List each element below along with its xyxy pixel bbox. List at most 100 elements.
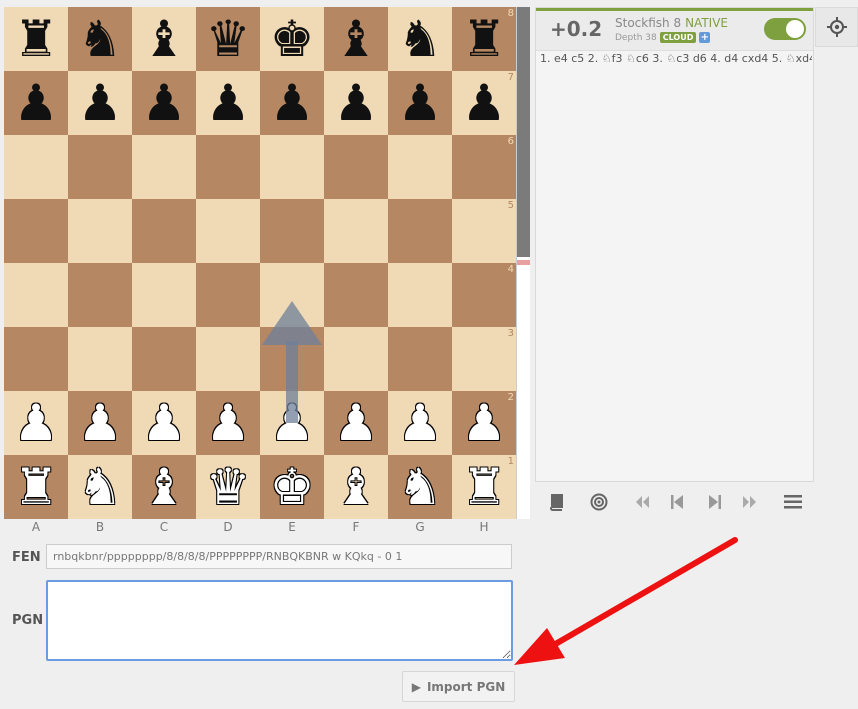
square-h7[interactable]: ♟ 7 [452,71,516,135]
principal-variation[interactable]: 1. e4 c5 2. ♘f3 ♘c6 3. ♘c3 d6 4. d4 cxd4… [540,52,812,65]
square-f3[interactable] [324,327,388,391]
square-b5[interactable] [68,199,132,263]
square-c2[interactable]: ♟ [132,391,196,455]
black-knight-piece[interactable]: ♞ [68,7,132,71]
white-knight-piece[interactable]: ♞ [388,455,452,519]
square-h5[interactable]: 5 [452,199,516,263]
square-g8[interactable]: ♞ [388,7,452,71]
white-knight-piece[interactable]: ♞ [68,455,132,519]
square-g4[interactable] [388,263,452,327]
book-icon[interactable] [543,491,569,513]
fen-input[interactable] [46,544,512,569]
square-e7[interactable]: ♟ [260,71,324,135]
black-rook-piece[interactable]: ♜ [452,7,516,71]
square-g2[interactable]: ♟ [388,391,452,455]
square-a3[interactable] [4,327,68,391]
square-d3[interactable] [196,327,260,391]
square-g1[interactable]: ♞ [388,455,452,519]
black-king-piece[interactable]: ♚ [260,7,324,71]
black-pawn-piece[interactable]: ♟ [132,71,196,135]
black-bishop-piece[interactable]: ♝ [324,7,388,71]
white-rook-piece[interactable]: ♜ [4,455,68,519]
square-b4[interactable] [68,263,132,327]
square-c1[interactable]: ♝ [132,455,196,519]
square-b8[interactable]: ♞ [68,7,132,71]
square-g5[interactable] [388,199,452,263]
white-queen-piece[interactable]: ♛ [196,455,260,519]
white-bishop-piece[interactable]: ♝ [324,455,388,519]
square-a5[interactable] [4,199,68,263]
last-move-icon[interactable] [737,491,763,513]
black-queen-piece[interactable]: ♛ [196,7,260,71]
square-c3[interactable] [132,327,196,391]
square-e5[interactable] [260,199,324,263]
next-move-icon[interactable] [702,491,728,513]
white-pawn-piece[interactable]: ♟ [388,391,452,455]
target-button[interactable] [815,7,858,47]
square-h1[interactable]: ♜ 1 [452,455,516,519]
black-rook-piece[interactable]: ♜ [4,7,68,71]
square-d2[interactable]: ♟ [196,391,260,455]
black-pawn-piece[interactable]: ♟ [324,71,388,135]
black-pawn-piece[interactable]: ♟ [196,71,260,135]
square-f6[interactable] [324,135,388,199]
white-pawn-piece[interactable]: ♟ [132,391,196,455]
square-f8[interactable]: ♝ [324,7,388,71]
square-a2[interactable]: ♟ [4,391,68,455]
black-pawn-piece[interactable]: ♟ [260,71,324,135]
black-pawn-piece[interactable]: ♟ [68,71,132,135]
plus-icon[interactable]: + [699,32,711,43]
square-f1[interactable]: ♝ [324,455,388,519]
square-g6[interactable] [388,135,452,199]
square-h2[interactable]: ♟ 2 [452,391,516,455]
square-a7[interactable]: ♟ [4,71,68,135]
previous-move-icon[interactable] [664,491,690,513]
board-grid[interactable]: ♜ ♞ ♝ ♛ ♚ ♝ ♞ ♜ 8 ♟ ♟ ♟ ♟ ♟ ♟ ♟ ♟ 7 6 5 4 3 ♟ ♟ ♟ ♟ ♟ ♟ ♟ ♟ 2 ♜ ♞ ♝ ♛ ♚ ♝ ♞ ♜ 1 [4,7,516,519]
chessboard[interactable]: ♜ ♞ ♝ ♛ ♚ ♝ ♞ ♜ 8 ♟ ♟ ♟ ♟ ♟ ♟ ♟ ♟ 7 6 5 4 3 ♟ ♟ ♟ ♟ ♟ ♟ ♟ ♟ 2 ♜ ♞ ♝ ♛ ♚ ♝ ♞ ♜ 1 [4,7,516,519]
square-h8[interactable]: ♜ 8 [452,7,516,71]
white-pawn-piece[interactable]: ♟ [324,391,388,455]
import-pgn-button[interactable]: ▶ Import PGN [402,671,515,702]
square-d7[interactable]: ♟ [196,71,260,135]
square-b6[interactable] [68,135,132,199]
square-f4[interactable] [324,263,388,327]
square-c8[interactable]: ♝ [132,7,196,71]
black-knight-piece[interactable]: ♞ [388,7,452,71]
engine-toggle[interactable] [764,18,806,40]
white-king-piece[interactable]: ♚ [260,455,324,519]
square-f2[interactable]: ♟ [324,391,388,455]
square-c6[interactable] [132,135,196,199]
square-h6[interactable]: 6 [452,135,516,199]
black-bishop-piece[interactable]: ♝ [132,7,196,71]
black-pawn-piece[interactable]: ♟ [452,71,516,135]
white-pawn-piece[interactable]: ♟ [452,391,516,455]
square-e4[interactable] [260,263,324,327]
white-bishop-piece[interactable]: ♝ [132,455,196,519]
white-pawn-piece[interactable]: ♟ [196,391,260,455]
white-pawn-piece[interactable]: ♟ [68,391,132,455]
square-d6[interactable] [196,135,260,199]
square-c4[interactable] [132,263,196,327]
black-pawn-piece[interactable]: ♟ [4,71,68,135]
square-a1[interactable]: ♜ [4,455,68,519]
square-b7[interactable]: ♟ [68,71,132,135]
square-e2[interactable]: ♟ [260,391,324,455]
white-rook-piece[interactable]: ♜ [452,455,516,519]
practice-target-icon[interactable] [586,491,612,513]
square-e6[interactable] [260,135,324,199]
square-g7[interactable]: ♟ [388,71,452,135]
pgn-textarea[interactable] [46,580,513,661]
square-d1[interactable]: ♛ [196,455,260,519]
square-a4[interactable] [4,263,68,327]
black-pawn-piece[interactable]: ♟ [388,71,452,135]
square-e3[interactable] [260,327,324,391]
menu-icon[interactable] [780,491,806,513]
square-e8[interactable]: ♚ [260,7,324,71]
square-d8[interactable]: ♛ [196,7,260,71]
square-c7[interactable]: ♟ [132,71,196,135]
square-h4[interactable]: 4 [452,263,516,327]
square-d4[interactable] [196,263,260,327]
square-f7[interactable]: ♟ [324,71,388,135]
square-b2[interactable]: ♟ [68,391,132,455]
square-a8[interactable]: ♜ [4,7,68,71]
